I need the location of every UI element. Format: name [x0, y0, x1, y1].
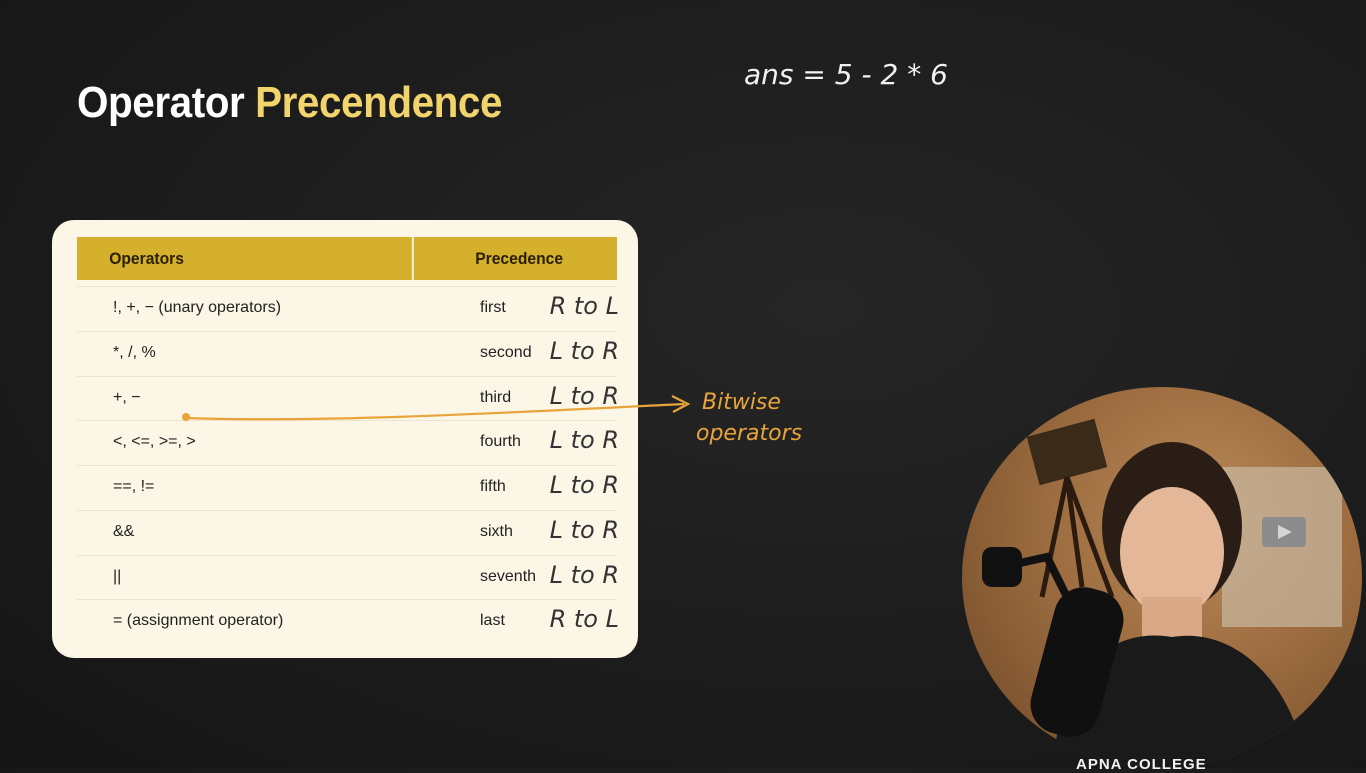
row-associativity: L to R	[549, 516, 619, 544]
row-operators: !, +, − (unary operators)	[113, 299, 282, 316]
webcam-overlay	[962, 387, 1362, 768]
table-row: +, − third L to R	[77, 376, 619, 419]
row-rank: fifth	[480, 478, 506, 495]
table-row: ==, != fifth L to R	[77, 465, 619, 508]
presenter-illustration	[982, 418, 1342, 768]
table-row: && sixth L to R	[77, 510, 619, 553]
row-associativity: L to R	[549, 561, 619, 589]
header-operators: Operators	[77, 237, 414, 280]
brand-watermark: APNA COLLEGE	[1076, 756, 1207, 773]
row-associativity: L to R	[549, 471, 619, 499]
equation-note: ans = 5 - 2 * 6	[744, 58, 948, 91]
precedence-table-card: Operators Precedence !, +, − (unary oper…	[52, 220, 638, 658]
page-title: Operator Precendence	[77, 78, 503, 128]
row-operators: &&	[113, 523, 135, 540]
row-rank: first	[480, 299, 506, 316]
row-rank: fourth	[480, 433, 521, 450]
row-rank: third	[480, 389, 512, 406]
bitwise-note-line2: operators	[696, 421, 802, 446]
row-operators: ==, !=	[113, 478, 155, 495]
title-accent: Precendence	[255, 78, 503, 127]
row-associativity: R to L	[549, 605, 619, 633]
table-row: || seventh L to R	[77, 555, 619, 598]
table-row: *, /, % second L to R	[77, 331, 619, 374]
row-associativity: L to R	[549, 382, 619, 410]
title-main: Operator	[77, 78, 245, 127]
table-row: = (assignment operator) last R to L	[77, 599, 619, 642]
table-header: Operators Precedence	[77, 237, 617, 280]
row-operators: +, −	[113, 389, 141, 406]
row-operators: <, <=, >=, >	[113, 433, 196, 450]
table-row: !, +, − (unary operators) first R to L	[77, 286, 619, 329]
table-row: <, <=, >=, > fourth L to R	[77, 420, 619, 463]
row-rank: sixth	[480, 523, 513, 540]
header-precedence: Precedence	[475, 249, 564, 268]
row-rank: seventh	[480, 568, 537, 585]
row-associativity: L to R	[549, 337, 619, 365]
row-operators: = (assignment operator)	[113, 612, 284, 629]
row-associativity: L to R	[549, 426, 619, 454]
row-rank: last	[480, 612, 505, 629]
row-rank: second	[480, 344, 532, 361]
bitwise-note-line1: Bitwise	[702, 390, 781, 415]
row-operators: *, /, %	[113, 344, 156, 361]
row-operators: ||	[113, 568, 122, 585]
row-associativity: R to L	[549, 292, 619, 320]
